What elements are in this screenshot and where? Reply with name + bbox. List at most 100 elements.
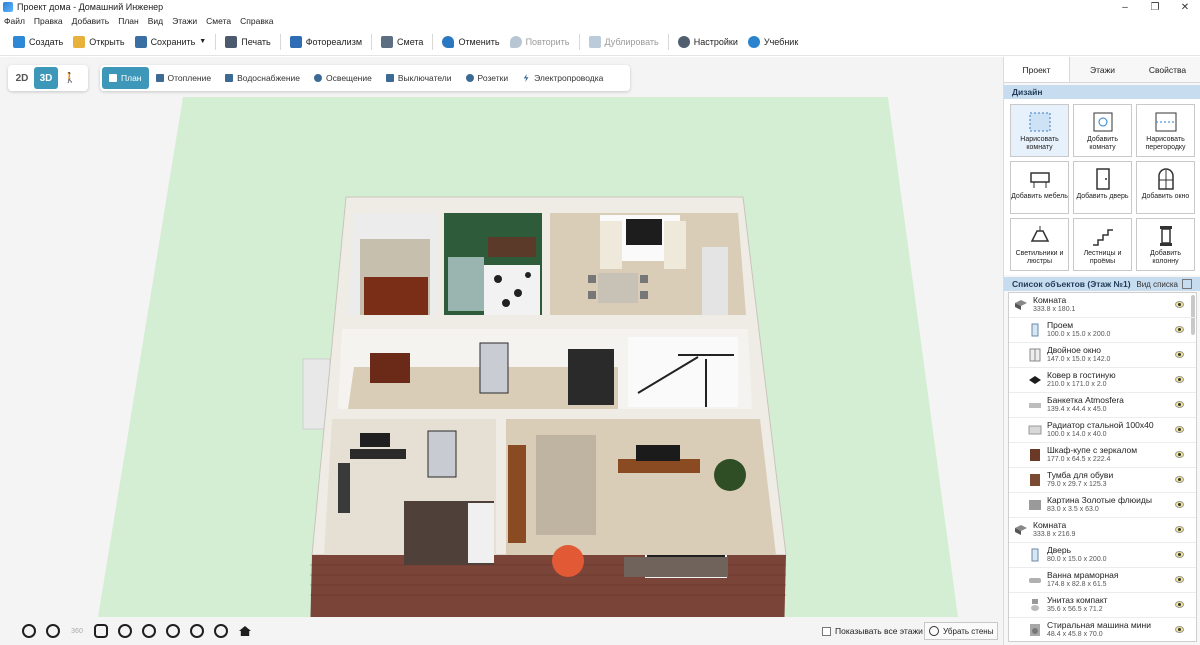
settings-button[interactable]: Настройки	[673, 31, 743, 53]
object-dims: 210.0 x 171.0 x 2.0	[1047, 381, 1107, 388]
tab-floors[interactable]: Этажи	[1070, 57, 1135, 82]
design-section-header: Дизайн	[1004, 85, 1200, 99]
list-item[interactable]: Картина Золотые флюиды 83.0 x 3.5 x 63.0	[1009, 493, 1196, 518]
view-3d-button[interactable]: 3D	[34, 67, 58, 89]
visibility-eye-icon[interactable]	[1175, 426, 1184, 433]
list-item[interactable]: Шкаф-купе с зеркалом 177.0 x 64.5 x 222.4	[1009, 443, 1196, 468]
tab-properties[interactable]: Свойства	[1135, 57, 1200, 82]
undo-button[interactable]: Отменить	[437, 31, 504, 53]
add-furniture-button[interactable]: Добавить мебель	[1010, 161, 1069, 214]
add-lights-button[interactable]: Светильники и люстры	[1010, 218, 1069, 271]
visibility-eye-icon[interactable]	[1175, 601, 1184, 608]
visibility-eye-icon[interactable]	[1175, 626, 1184, 633]
visibility-eye-icon[interactable]	[1175, 526, 1184, 533]
list-item[interactable]: Тумба для обуви 79.0 x 29.7 x 125.3	[1009, 468, 1196, 493]
list-item[interactable]: Радиатор стальной 100x40 100.0 x 14.0 x 4…	[1009, 418, 1196, 443]
menu-view[interactable]: Вид	[148, 16, 163, 26]
maximize-button[interactable]: ❐	[1140, 0, 1170, 14]
visibility-eye-icon[interactable]	[1175, 376, 1184, 383]
tab-water-supply[interactable]: Водоснабжение	[218, 67, 307, 89]
list-item[interactable]: Ванна мраморная 174.8 x 82.8 x 61.5	[1009, 568, 1196, 593]
tab-switches[interactable]: Выключатели	[379, 67, 459, 89]
tab-heating[interactable]: Отопление	[149, 67, 219, 89]
close-button[interactable]: ✕	[1170, 0, 1200, 14]
print-button[interactable]: Печать	[220, 31, 275, 53]
photorealism-button[interactable]: Фотореализм	[285, 31, 367, 53]
visibility-eye-icon[interactable]	[1175, 301, 1184, 308]
light-button[interactable]	[210, 620, 232, 642]
draw-partition-button[interactable]: Нарисовать перегородку	[1136, 104, 1195, 157]
add-door-button[interactable]: Добавить дверь	[1073, 161, 1132, 214]
toilet-icon	[1027, 598, 1043, 612]
create-button[interactable]: Создать	[8, 31, 68, 53]
zoom-out-button[interactable]	[18, 620, 40, 642]
object-name: Ковер в гостиную	[1047, 370, 1116, 380]
shelf	[338, 463, 350, 513]
add-column-button[interactable]: Добавить колонну	[1136, 218, 1195, 271]
list-item[interactable]: Комната 333.8 x 180.1	[1009, 293, 1196, 318]
visibility-eye-icon[interactable]	[1175, 476, 1184, 483]
minimize-button[interactable]: –	[1110, 0, 1140, 14]
pan-button[interactable]	[90, 620, 112, 642]
tab-project[interactable]: Проект	[1004, 57, 1070, 82]
visibility-eye-icon[interactable]	[1175, 401, 1184, 408]
estimate-button[interactable]: Смета	[376, 31, 428, 53]
visibility-eye-icon[interactable]	[1175, 326, 1184, 333]
list-item[interactable]: Двойное окно 147.0 x 15.0 x 142.0	[1009, 343, 1196, 368]
add-room-button[interactable]: Добавить комнату	[1073, 104, 1132, 157]
list-item[interactable]: Банкетка Atmosfera 139.4 x 44.4 x 45.0	[1009, 393, 1196, 418]
object-list[interactable]: Комната 333.8 x 180.1 Проем 100.0 x 15.0 x…	[1008, 292, 1197, 642]
map-icon	[109, 74, 117, 82]
show-all-floors-checkbox[interactable]	[822, 626, 831, 636]
open-label: Открыть	[89, 36, 125, 47]
visibility-eye-icon[interactable]	[1175, 576, 1184, 583]
rotate-left-button[interactable]	[114, 620, 136, 642]
menu-add[interactable]: Добавить	[72, 16, 110, 26]
3d-viewport[interactable]: 2D 3D 🚶 План Отопление Водоснабжение Осв…	[0, 57, 1003, 645]
list-view-toggle[interactable]: Вид списка	[1136, 279, 1192, 289]
duplicate-button[interactable]: Дублировать	[584, 31, 664, 53]
list-item[interactable]: Унитаз компакт 35.6 x 56.5 x 71.2	[1009, 593, 1196, 618]
visibility-eye-icon[interactable]	[1175, 501, 1184, 508]
add-stairs-button[interactable]: Лестницы и проёмы	[1073, 218, 1132, 271]
tab-sockets[interactable]: Розетки	[459, 67, 516, 89]
tab-wiring[interactable]: Электропроводка	[515, 67, 610, 89]
menu-edit[interactable]: Правка	[34, 16, 63, 26]
save-dropdown-icon[interactable]: ▼	[199, 38, 206, 45]
list-item[interactable]: Проем 100.0 x 15.0 x 200.0	[1009, 318, 1196, 343]
home-view-button[interactable]	[234, 620, 256, 642]
zoom-in-button[interactable]	[42, 620, 64, 642]
add-furniture-label: Добавить мебель	[1011, 193, 1068, 200]
list-item[interactable]: Ковер в гостиную 210.0 x 171.0 x 2.0	[1009, 368, 1196, 393]
tab-lighting[interactable]: Освещение	[307, 67, 379, 89]
rotate-right-button[interactable]	[138, 620, 160, 642]
menu-plan[interactable]: План	[118, 16, 139, 26]
visibility-eye-icon[interactable]	[1175, 551, 1184, 558]
list-item[interactable]: Дверь 80.0 x 15.0 x 200.0	[1009, 543, 1196, 568]
tilt-down-button[interactable]	[186, 620, 208, 642]
redo-button[interactable]: Повторить	[505, 31, 575, 53]
house-3d-render[interactable]	[98, 97, 958, 617]
visibility-eye-icon[interactable]	[1175, 451, 1184, 458]
window	[626, 219, 662, 245]
bathroom-tiles	[484, 265, 540, 315]
visibility-eye-icon[interactable]	[1175, 351, 1184, 358]
tab-plan[interactable]: План	[102, 67, 149, 89]
view-2d-button[interactable]: 2D	[10, 67, 34, 89]
menu-estimate[interactable]: Смета	[206, 16, 231, 26]
open-button[interactable]: Открыть	[68, 31, 129, 53]
walk-mode-button[interactable]: 🚶	[58, 67, 82, 89]
list-item[interactable]: Стиральная машина мини 48.4 x 45.8 x 70.0	[1009, 618, 1196, 641]
remove-walls-button[interactable]: Убрать стены	[924, 622, 998, 640]
add-window-button[interactable]: Добавить окно	[1136, 161, 1195, 214]
save-button[interactable]: Сохранить ▼	[130, 31, 212, 53]
menu-file[interactable]: Файл	[4, 16, 25, 26]
menu-floors[interactable]: Этажи	[172, 16, 197, 26]
menu-help[interactable]: Справка	[240, 16, 273, 26]
list-item[interactable]: Комната 333.8 x 216.9	[1009, 518, 1196, 543]
rotate-360-button[interactable]: 360	[66, 620, 88, 642]
show-all-floors-toggle[interactable]: Показывать все этажи	[822, 626, 923, 636]
draw-room-button[interactable]: Нарисовать комнату	[1010, 104, 1069, 157]
tilt-up-button[interactable]	[162, 620, 184, 642]
tutorial-button[interactable]: Учебник	[743, 31, 803, 53]
